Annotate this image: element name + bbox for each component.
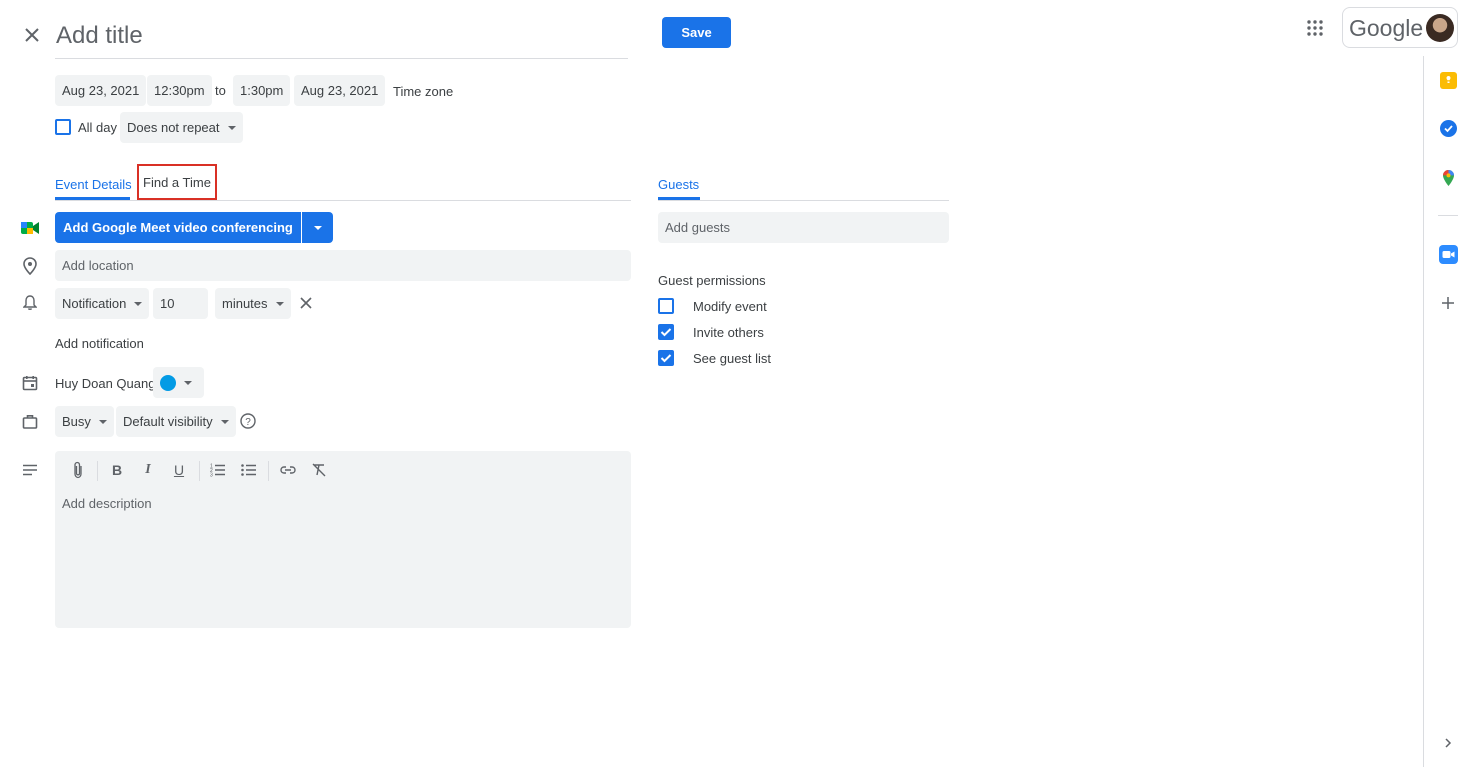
- availability-dropdown[interactable]: Busy: [55, 406, 114, 437]
- expand-panel-icon[interactable]: [1442, 736, 1454, 748]
- keep-icon[interactable]: [1440, 72, 1457, 89]
- notification-type-label: Notification: [62, 296, 127, 311]
- tab-guests-label: Guests: [658, 177, 700, 192]
- account-chip[interactable]: Google: [1342, 7, 1458, 48]
- maps-icon[interactable]: [1442, 169, 1455, 187]
- see-guest-list-label: See guest list: [693, 351, 772, 366]
- end-time[interactable]: 1:30pm: [233, 75, 291, 106]
- availability-label: Busy: [62, 414, 91, 429]
- location-placeholder: Add location: [62, 258, 134, 273]
- bulleted-list-icon[interactable]: [238, 459, 260, 481]
- visibility-label: Default visibility: [123, 414, 213, 429]
- title-input[interactable]: Add title: [55, 18, 628, 59]
- end-date[interactable]: Aug 23, 2021: [294, 75, 386, 106]
- numbered-list-icon[interactable]: 123: [207, 459, 229, 481]
- notification-unit-label: minutes: [222, 296, 268, 311]
- add-guests-placeholder: Add guests: [665, 220, 731, 235]
- toolbar-separator: [97, 461, 98, 481]
- zoom-icon[interactable]: [1439, 245, 1458, 264]
- event-color-swatch: [160, 374, 176, 391]
- tasks-icon[interactable]: [1440, 120, 1457, 137]
- notification-amount-input[interactable]: 10: [153, 288, 208, 319]
- avatar[interactable]: [1426, 14, 1454, 42]
- location-pin-icon: [20, 256, 40, 276]
- guest-permissions-title: Guest permissions: [658, 273, 766, 288]
- repeat-dropdown[interactable]: Does not repeat: [120, 112, 243, 143]
- close-icon[interactable]: [21, 24, 43, 46]
- google-logo: Google: [1349, 15, 1424, 41]
- save-button[interactable]: Save: [662, 17, 731, 48]
- modify-event-label: Modify event: [693, 299, 767, 314]
- all-day-label: All day: [78, 120, 118, 135]
- start-time-label: 12:30pm: [154, 83, 205, 98]
- guests-divider: [658, 200, 949, 201]
- description-placeholder: Add description: [62, 496, 152, 511]
- see-guest-list-checkbox[interactable]: [658, 350, 674, 366]
- underline-icon[interactable]: U: [168, 459, 190, 481]
- save-label: Save: [681, 25, 712, 40]
- side-panel-divider: [1438, 215, 1458, 216]
- add-notification-link[interactable]: Add notification: [55, 336, 144, 351]
- invite-others-label: Invite others: [693, 325, 764, 340]
- toolbar-separator: [268, 461, 269, 481]
- visibility-dropdown[interactable]: Default visibility: [116, 406, 236, 437]
- all-day-checkbox[interactable]: [55, 119, 71, 135]
- tab-find-a-time[interactable]: Find a Time: [137, 164, 217, 200]
- tab-guests[interactable]: Guests: [658, 176, 699, 194]
- add-guests-input[interactable]: Add guests: [658, 212, 949, 243]
- start-time[interactable]: 12:30pm: [147, 75, 212, 106]
- add-meet-button[interactable]: Add Google Meet video conferencing: [55, 212, 301, 243]
- notification-unit-dropdown[interactable]: minutes: [215, 288, 291, 319]
- event-color-dropdown[interactable]: [153, 367, 204, 398]
- help-icon[interactable]: ?: [240, 413, 256, 429]
- link-icon[interactable]: [277, 459, 299, 481]
- apps-grid-icon[interactable]: [1305, 18, 1325, 38]
- google-meet-icon: [20, 218, 40, 238]
- repeat-label: Does not repeat: [127, 120, 220, 135]
- location-input[interactable]: Add location: [55, 250, 631, 281]
- start-date-label: Aug 23, 2021: [62, 83, 140, 98]
- bold-icon[interactable]: B: [106, 459, 128, 481]
- tab-find-a-time-label: Find a Time: [143, 174, 211, 190]
- modify-event-checkbox[interactable]: [658, 298, 674, 314]
- chevron-down-icon: [275, 301, 284, 306]
- tab-event-details-label: Event Details: [55, 177, 132, 192]
- tab-event-details[interactable]: Event Details: [55, 176, 132, 194]
- svg-text:?: ?: [245, 417, 251, 428]
- description-icon: [20, 460, 40, 480]
- briefcase-icon: [20, 411, 40, 431]
- chevron-down-icon: [313, 225, 322, 230]
- invite-others-checkbox[interactable]: [658, 324, 674, 340]
- chevron-down-icon: [184, 380, 192, 385]
- bell-icon: [20, 293, 40, 313]
- start-date[interactable]: Aug 23, 2021: [55, 75, 147, 106]
- remove-notification-icon[interactable]: [298, 295, 314, 311]
- title-placeholder: Add title: [56, 22, 143, 49]
- meet-options-button[interactable]: [302, 212, 333, 243]
- notification-amount-value: 10: [160, 296, 175, 311]
- tabs-divider: [55, 200, 631, 201]
- calendar-icon: [20, 373, 40, 393]
- attachment-icon[interactable]: [67, 459, 89, 481]
- italic-icon[interactable]: I: [137, 459, 159, 481]
- notification-type-dropdown[interactable]: Notification: [55, 288, 150, 319]
- chevron-down-icon: [220, 419, 229, 424]
- end-time-label: 1:30pm: [240, 83, 284, 98]
- chevron-down-icon: [134, 301, 143, 306]
- toolbar-separator: [199, 461, 200, 481]
- remove-formatting-icon[interactable]: [308, 459, 330, 481]
- chevron-down-icon: [227, 125, 236, 130]
- side-panel-border: [1423, 56, 1424, 767]
- to-label: to: [215, 83, 226, 98]
- end-date-label: Aug 23, 2021: [301, 83, 379, 98]
- svg-text:3: 3: [210, 473, 213, 478]
- add-addon-icon[interactable]: [1441, 296, 1455, 310]
- time-zone-button[interactable]: Time zone: [393, 84, 453, 99]
- calendar-owner: Huy Doan Quang: [55, 376, 156, 391]
- chevron-down-icon: [98, 419, 107, 424]
- add-meet-label: Add Google Meet video conferencing: [63, 220, 293, 235]
